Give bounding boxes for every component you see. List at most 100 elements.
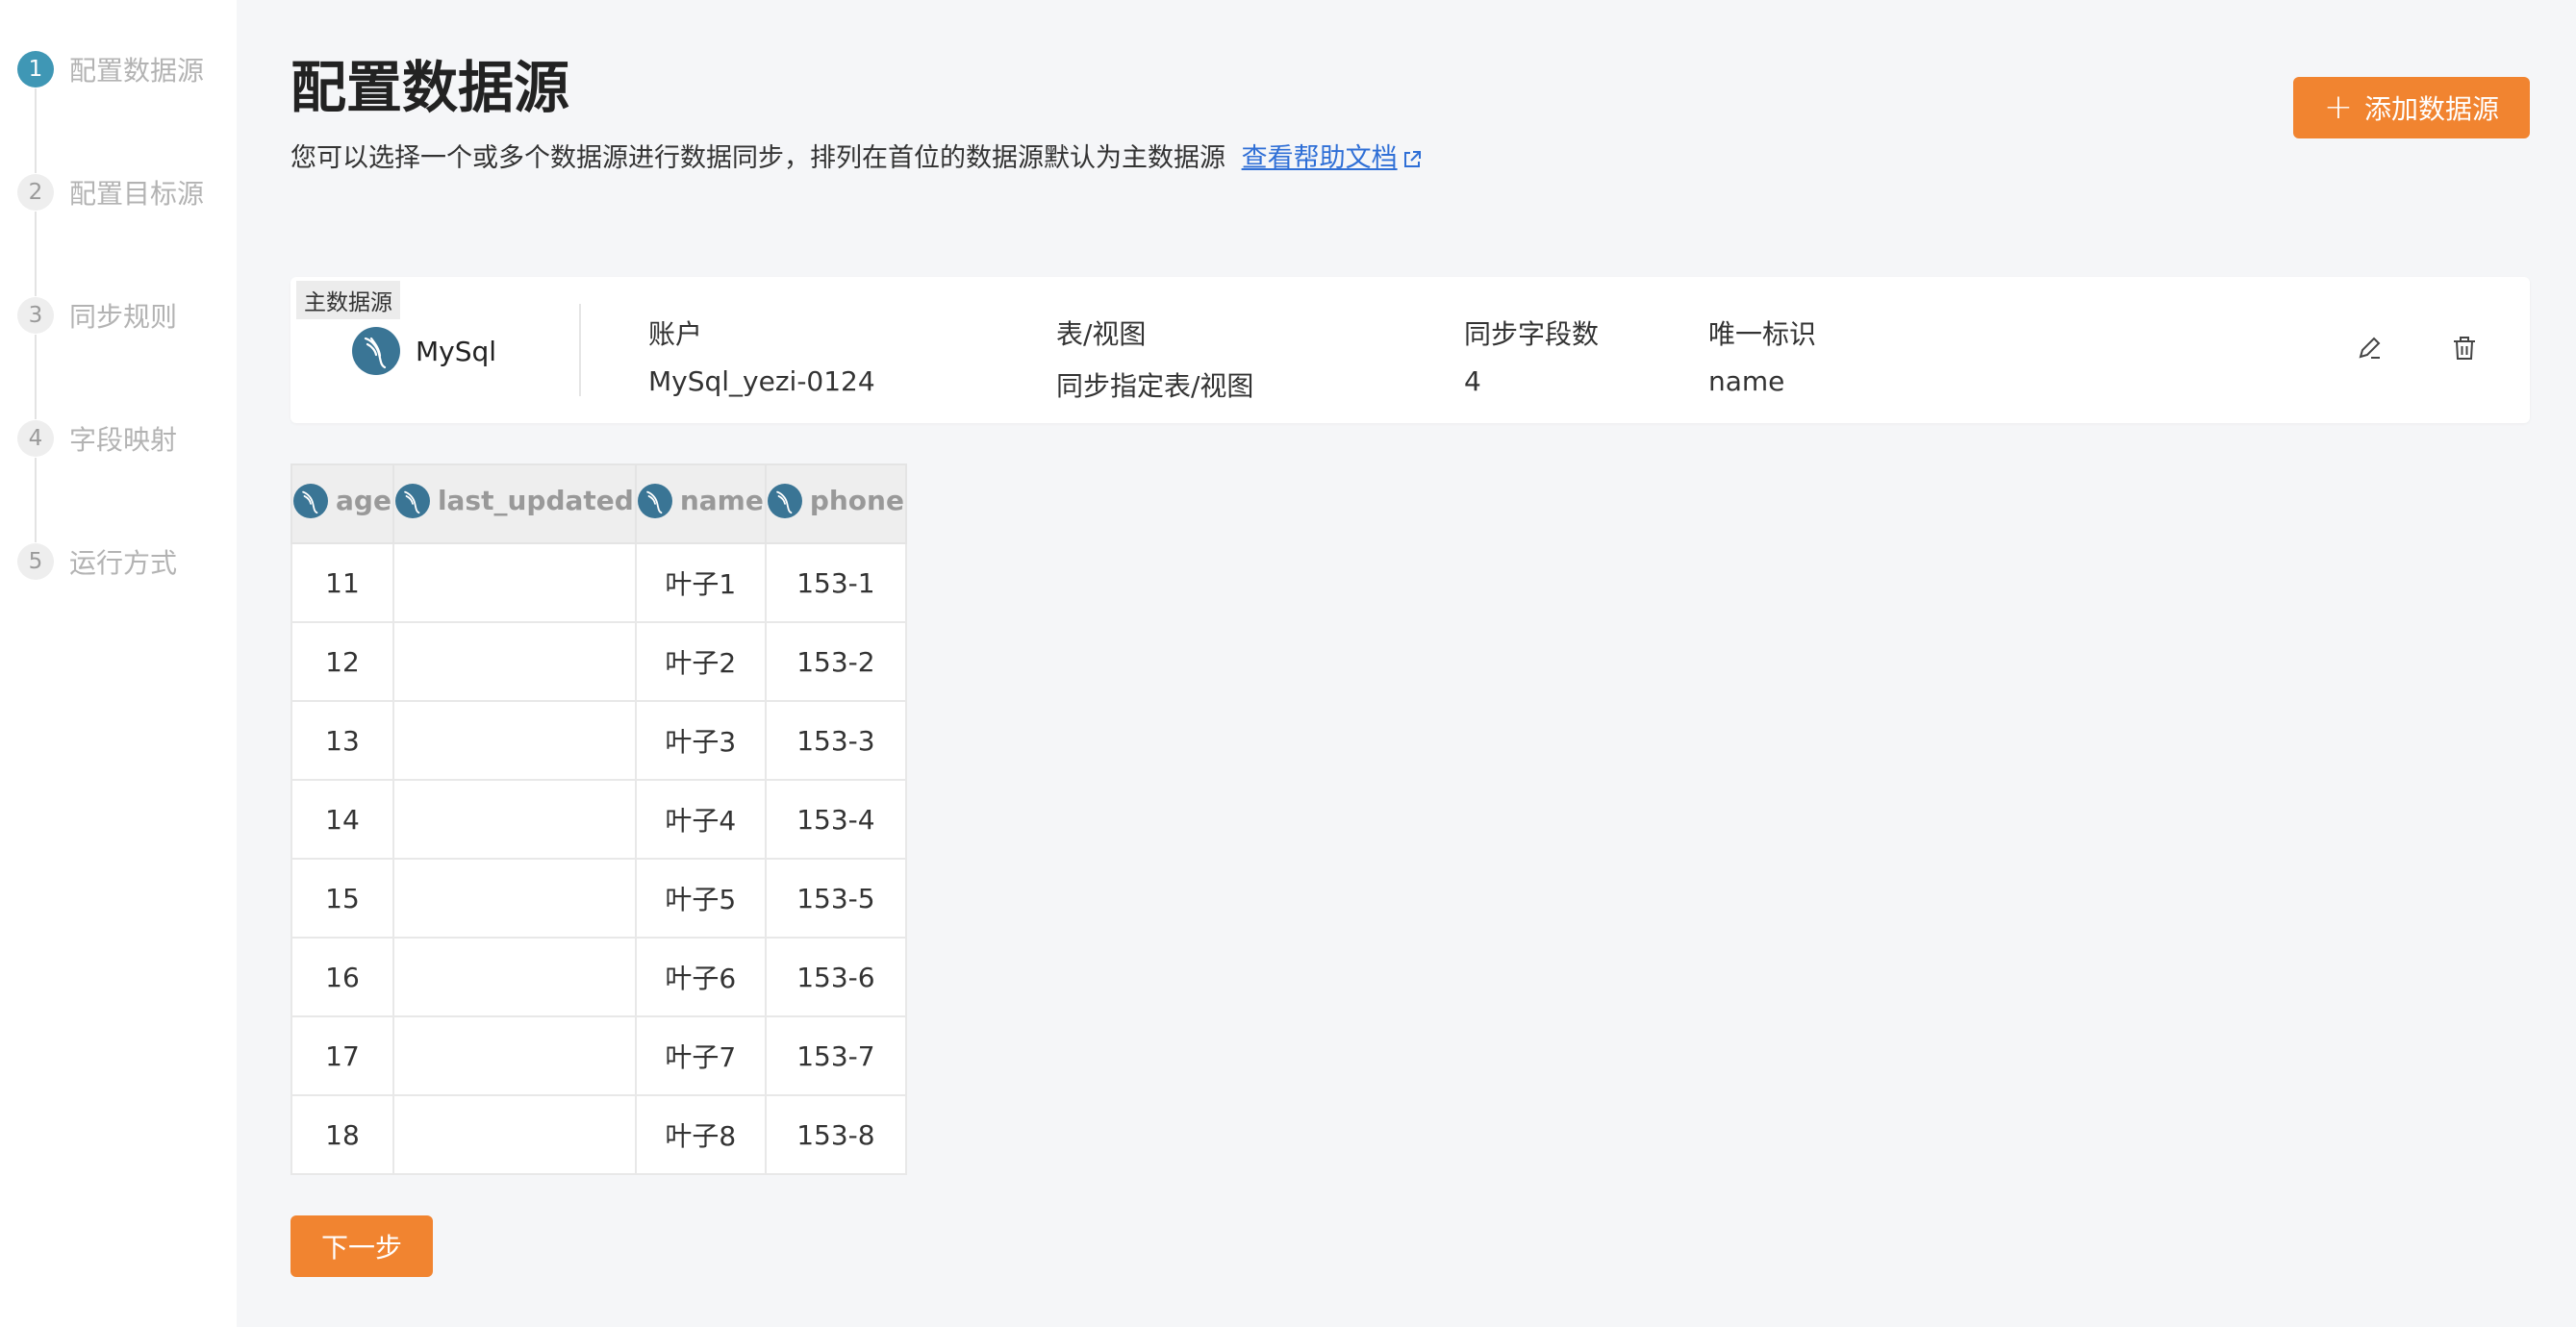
page-description: 您可以选择一个或多个数据源进行数据同步，排列在首位的数据源默认为主数据源 查看帮… <box>290 137 1423 174</box>
step-item-3[interactable]: 3 同步规则 <box>17 296 237 335</box>
cell-name: 叶子3 <box>634 700 767 781</box>
fields-meta: 同步字段数 4 <box>1464 313 1599 397</box>
table-row: 13 叶子3 153-3 <box>290 700 907 781</box>
cell-phone: 153-3 <box>764 700 907 781</box>
cell-name: 叶子5 <box>634 858 767 939</box>
step-item-2[interactable]: 2 配置目标源 <box>17 173 237 212</box>
column-header-label: age <box>336 485 391 516</box>
key-meta: 唯一标识 name <box>1708 313 1816 397</box>
step-sidebar: 1 配置数据源 2 配置目标源 3 同步规则 4 字段映射 5 运行方式 <box>0 0 237 1327</box>
edit-button[interactable] <box>2351 329 2389 367</box>
cell-phone: 153-8 <box>764 1094 907 1175</box>
cell-age: 15 <box>290 858 394 939</box>
step-number: 2 <box>17 174 54 211</box>
plus-icon: + <box>2323 88 2353 127</box>
table-value: 同步指定表/视图 <box>1056 370 1254 402</box>
table-meta: 表/视图 同步指定表/视图 <box>1056 313 1253 404</box>
cell-age: 16 <box>290 937 394 1017</box>
table-row: 14 叶子4 153-4 <box>290 779 907 860</box>
cell-age: 17 <box>290 1015 394 1096</box>
column-header: phone <box>764 463 907 544</box>
cell-name: 叶子7 <box>634 1015 767 1096</box>
step-item-5[interactable]: 5 运行方式 <box>17 542 237 581</box>
account-label: 账户 <box>648 318 703 350</box>
cell-last-updated <box>391 1015 637 1096</box>
data-preview-table: age last_updated name phone 11 叶子1 153-1 1… <box>290 463 907 1175</box>
column-header-label: phone <box>809 485 904 516</box>
fields-value: 4 <box>1464 365 1481 397</box>
help-doc-link[interactable]: 查看帮助文档 <box>1242 143 1423 173</box>
cell-last-updated <box>391 937 637 1017</box>
step-number: 5 <box>17 543 54 580</box>
main-content: 配置数据源 您可以选择一个或多个数据源进行数据同步，排列在首位的数据源默认为主数… <box>237 0 2576 1327</box>
description-text: 您可以选择一个或多个数据源进行数据同步，排列在首位的数据源默认为主数据源 <box>290 143 1225 173</box>
table-row: 12 叶子2 153-2 <box>290 621 907 702</box>
cell-age: 11 <box>290 542 394 623</box>
key-label: 唯一标识 <box>1708 318 1817 350</box>
step-item-4[interactable]: 4 字段映射 <box>17 419 237 458</box>
cell-last-updated <box>391 858 637 939</box>
step-connector <box>35 212 37 296</box>
cell-last-updated <box>391 621 637 702</box>
add-button-label: 添加数据源 <box>2363 93 2499 125</box>
table-row: 15 叶子5 153-5 <box>290 858 907 939</box>
column-header: last_updated <box>391 463 637 544</box>
mysql-logo-icon <box>352 327 400 375</box>
trash-icon <box>2454 337 2475 360</box>
delete-button[interactable] <box>2445 329 2484 367</box>
column-header-label: last_updated <box>437 485 634 516</box>
cell-last-updated <box>391 542 637 623</box>
cell-phone: 153-7 <box>764 1015 907 1096</box>
mysql-logo-icon <box>293 483 328 518</box>
table-label: 表/视图 <box>1056 318 1147 350</box>
mysql-logo-icon <box>394 483 430 518</box>
step-label: 同步规则 <box>69 301 178 333</box>
primary-source-tag: 主数据源 <box>296 281 400 319</box>
cell-name: 叶子4 <box>634 779 767 860</box>
step-number: 3 <box>17 297 54 334</box>
step-label: 运行方式 <box>69 547 178 579</box>
cell-last-updated <box>391 700 637 781</box>
add-datasource-button[interactable]: + 添加数据源 <box>2292 77 2530 138</box>
step-number: 4 <box>17 420 54 457</box>
cell-phone: 153-1 <box>764 542 907 623</box>
table-row: 17 叶子7 153-7 <box>290 1015 907 1096</box>
page-title: 配置数据源 <box>290 55 570 120</box>
cell-phone: 153-5 <box>764 858 907 939</box>
cell-phone: 153-6 <box>764 937 907 1017</box>
step-connector <box>35 335 37 419</box>
step-connector <box>35 458 37 542</box>
step-label: 字段映射 <box>69 424 178 456</box>
column-header: age <box>290 463 394 544</box>
next-step-button[interactable]: 下一步 <box>290 1215 433 1277</box>
edit-icon <box>2359 337 2381 359</box>
datasource-card: 主数据源 MySql 账户 MySql_yezi-0124 表/视图 同步指定表… <box>290 277 2530 423</box>
cell-name: 叶子1 <box>634 542 767 623</box>
step-label: 配置目标源 <box>69 178 205 210</box>
account-meta: 账户 MySql_yezi-0124 <box>648 313 875 397</box>
cell-last-updated <box>391 779 637 860</box>
step-number: 1 <box>17 51 54 88</box>
step-label: 配置数据源 <box>69 55 205 87</box>
source-identity: MySql <box>352 327 496 375</box>
fields-label: 同步字段数 <box>1464 318 1600 350</box>
cell-last-updated <box>391 1094 637 1175</box>
mysql-logo-icon <box>637 483 672 518</box>
step-connector <box>35 88 37 173</box>
cell-age: 13 <box>290 700 394 781</box>
column-header-label: name <box>679 485 764 516</box>
table-row: 18 叶子8 153-8 <box>290 1094 907 1175</box>
account-value: MySql_yezi-0124 <box>648 365 875 397</box>
cell-age: 14 <box>290 779 394 860</box>
card-divider <box>579 304 581 396</box>
key-value: name <box>1708 365 1785 397</box>
table-header-row: age last_updated name phone <box>290 463 907 544</box>
step-item-1[interactable]: 1 配置数据源 <box>17 50 237 88</box>
cell-phone: 153-4 <box>764 779 907 860</box>
cell-name: 叶子6 <box>634 937 767 1017</box>
cell-age: 12 <box>290 621 394 702</box>
help-link-label: 查看帮助文档 <box>1241 143 1398 173</box>
source-name: MySql <box>416 335 497 367</box>
mysql-logo-icon <box>767 483 802 518</box>
table-row: 11 叶子1 153-1 <box>290 542 907 623</box>
